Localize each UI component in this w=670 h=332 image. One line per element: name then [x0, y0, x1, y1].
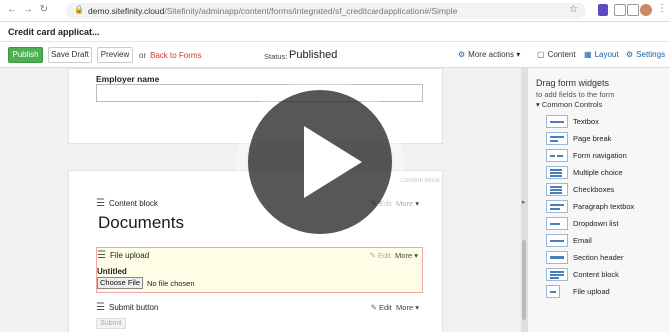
layout-icon: ▦	[584, 50, 592, 59]
extension-icon[interactable]	[598, 4, 608, 16]
pencil-icon: ✎	[369, 251, 376, 260]
widget-item-checkboxes[interactable]: Checkboxes	[546, 182, 668, 197]
content-icon: ▢	[537, 50, 545, 59]
back-arrow-icon[interactable]: ←	[6, 4, 18, 16]
tab-layout[interactable]: ▦ Layout	[584, 50, 619, 59]
back-to-forms-link[interactable]: Back to Forms	[150, 51, 202, 60]
file-upload-header: ☰ File upload ✎ Edit More ▾	[97, 251, 422, 263]
forward-arrow-icon[interactable]: →	[22, 4, 34, 16]
canvas-scrollbar[interactable]	[522, 240, 526, 320]
widget-item-multiple-choice[interactable]: Multiple choice	[546, 165, 668, 180]
upload-field-label: Untitled	[97, 267, 127, 276]
submit-button[interactable]: Submit	[96, 318, 126, 329]
form-navigation-icon	[546, 149, 568, 162]
submit-widget[interactable]: ☰ Submit button ✎ Edit More ▾ Submit	[96, 303, 423, 332]
dropdown-list-icon	[546, 217, 568, 230]
widget-title: File upload	[110, 251, 150, 260]
profile-avatar[interactable]	[640, 4, 652, 16]
browser-toolbar: ← → ↻ 🔒 demo.sitefinity.cloud/Sitefinity…	[0, 0, 670, 22]
textbox-icon	[546, 115, 568, 128]
bookmark-star-icon[interactable]: ☆	[569, 4, 578, 15]
more-button[interactable]: More	[396, 303, 413, 312]
preview-button[interactable]: Preview	[97, 47, 133, 63]
more-button[interactable]: More	[395, 251, 412, 260]
choose-file-button[interactable]: Choose File	[97, 277, 143, 289]
file-upload-widget[interactable]: ☰ File upload ✎ Edit More ▾ Untitled Choo…	[96, 247, 423, 293]
extension-puzzle-icon[interactable]	[614, 4, 626, 16]
drag-handle-icon[interactable]: ☰	[96, 199, 105, 209]
widget-item-page-break[interactable]: Page break	[546, 131, 668, 146]
multiple-choice-icon	[546, 166, 568, 179]
pencil-icon: ✎	[370, 303, 377, 312]
edit-button[interactable]: Edit	[379, 303, 392, 312]
url-text: demo.sitefinity.cloud/Sitefinity/adminap…	[88, 6, 458, 16]
collapse-arrow-icon[interactable]: ▸	[522, 198, 526, 206]
browser-menu-icon[interactable]: ⋮	[657, 3, 667, 14]
panel-subtitle: to add fields to the form	[536, 90, 615, 99]
gear-icon: ⚙	[458, 50, 466, 59]
play-button[interactable]	[248, 90, 392, 234]
file-upload-icon	[546, 285, 560, 298]
widget-actions: ✎Edit More ▾	[369, 251, 418, 260]
widget-item-file-upload[interactable]: File upload	[546, 284, 668, 299]
play-icon	[304, 126, 362, 198]
no-file-text: No file chosen	[147, 279, 195, 288]
widget-panel: Drag form widgets to add fields to the f…	[527, 68, 670, 332]
extension-icon-2[interactable]	[627, 4, 639, 16]
settings-icon: ⚙	[626, 50, 634, 59]
widget-item-email[interactable]: Email	[546, 233, 668, 248]
app-title-bar: Credit card applicat...	[0, 22, 670, 42]
publish-button[interactable]: Publish	[8, 47, 43, 63]
more-actions-menu[interactable]: ⚙ More actions ▾	[458, 50, 520, 59]
lock-icon: 🔒	[74, 5, 84, 14]
panel-title: Drag form widgets	[536, 78, 610, 88]
or-text: or	[139, 51, 147, 60]
paragraph-textbox-icon	[546, 200, 568, 213]
tab-content[interactable]: ▢ Content	[537, 50, 576, 59]
widget-item-paragraph-textbox[interactable]: Paragraph textbox	[546, 199, 668, 214]
widget-actions: ✎Edit More ▾	[370, 303, 419, 312]
reload-icon[interactable]: ↻	[38, 4, 50, 16]
editor-toolbar: Publish Save Draft Preview or Back to Fo…	[0, 42, 670, 68]
ghost-label: Content block	[400, 177, 440, 184]
widget-item-form-navigation[interactable]: Form navigation	[546, 148, 668, 163]
checkboxes-icon	[546, 183, 568, 196]
save-draft-button[interactable]: Save Draft	[48, 47, 92, 63]
section-header-icon	[546, 251, 568, 264]
widget-title: Content block	[109, 199, 158, 208]
employer-name-label: Employer name	[96, 74, 160, 84]
tab-settings[interactable]: ⚙ Settings	[626, 50, 665, 59]
page-break-icon	[546, 132, 568, 145]
widget-item-dropdown-list[interactable]: Dropdown list	[546, 216, 668, 231]
status-label: Status:	[264, 52, 288, 61]
documents-heading: Documents	[98, 213, 184, 232]
drag-handle-icon[interactable]: ☰	[96, 303, 105, 313]
widget-item-section-header[interactable]: Section header	[546, 250, 668, 265]
more-button[interactable]: More	[396, 199, 413, 208]
page-title: Credit card applicat...	[8, 27, 100, 37]
content-block-icon	[546, 268, 568, 281]
widget-item-content-block[interactable]: Content block	[546, 267, 668, 282]
section-header[interactable]: ▾ Common Controls	[536, 100, 602, 109]
widget-title: Submit button	[109, 303, 159, 312]
edit-button[interactable]: Edit	[378, 251, 391, 260]
address-bar[interactable]: 🔒 demo.sitefinity.cloud/Sitefinity/admin…	[66, 3, 586, 19]
status-value: Published	[289, 49, 338, 61]
email-icon	[546, 234, 568, 247]
drag-handle-icon[interactable]: ☰	[97, 251, 106, 261]
widget-item-textbox[interactable]: Textbox	[546, 114, 668, 129]
